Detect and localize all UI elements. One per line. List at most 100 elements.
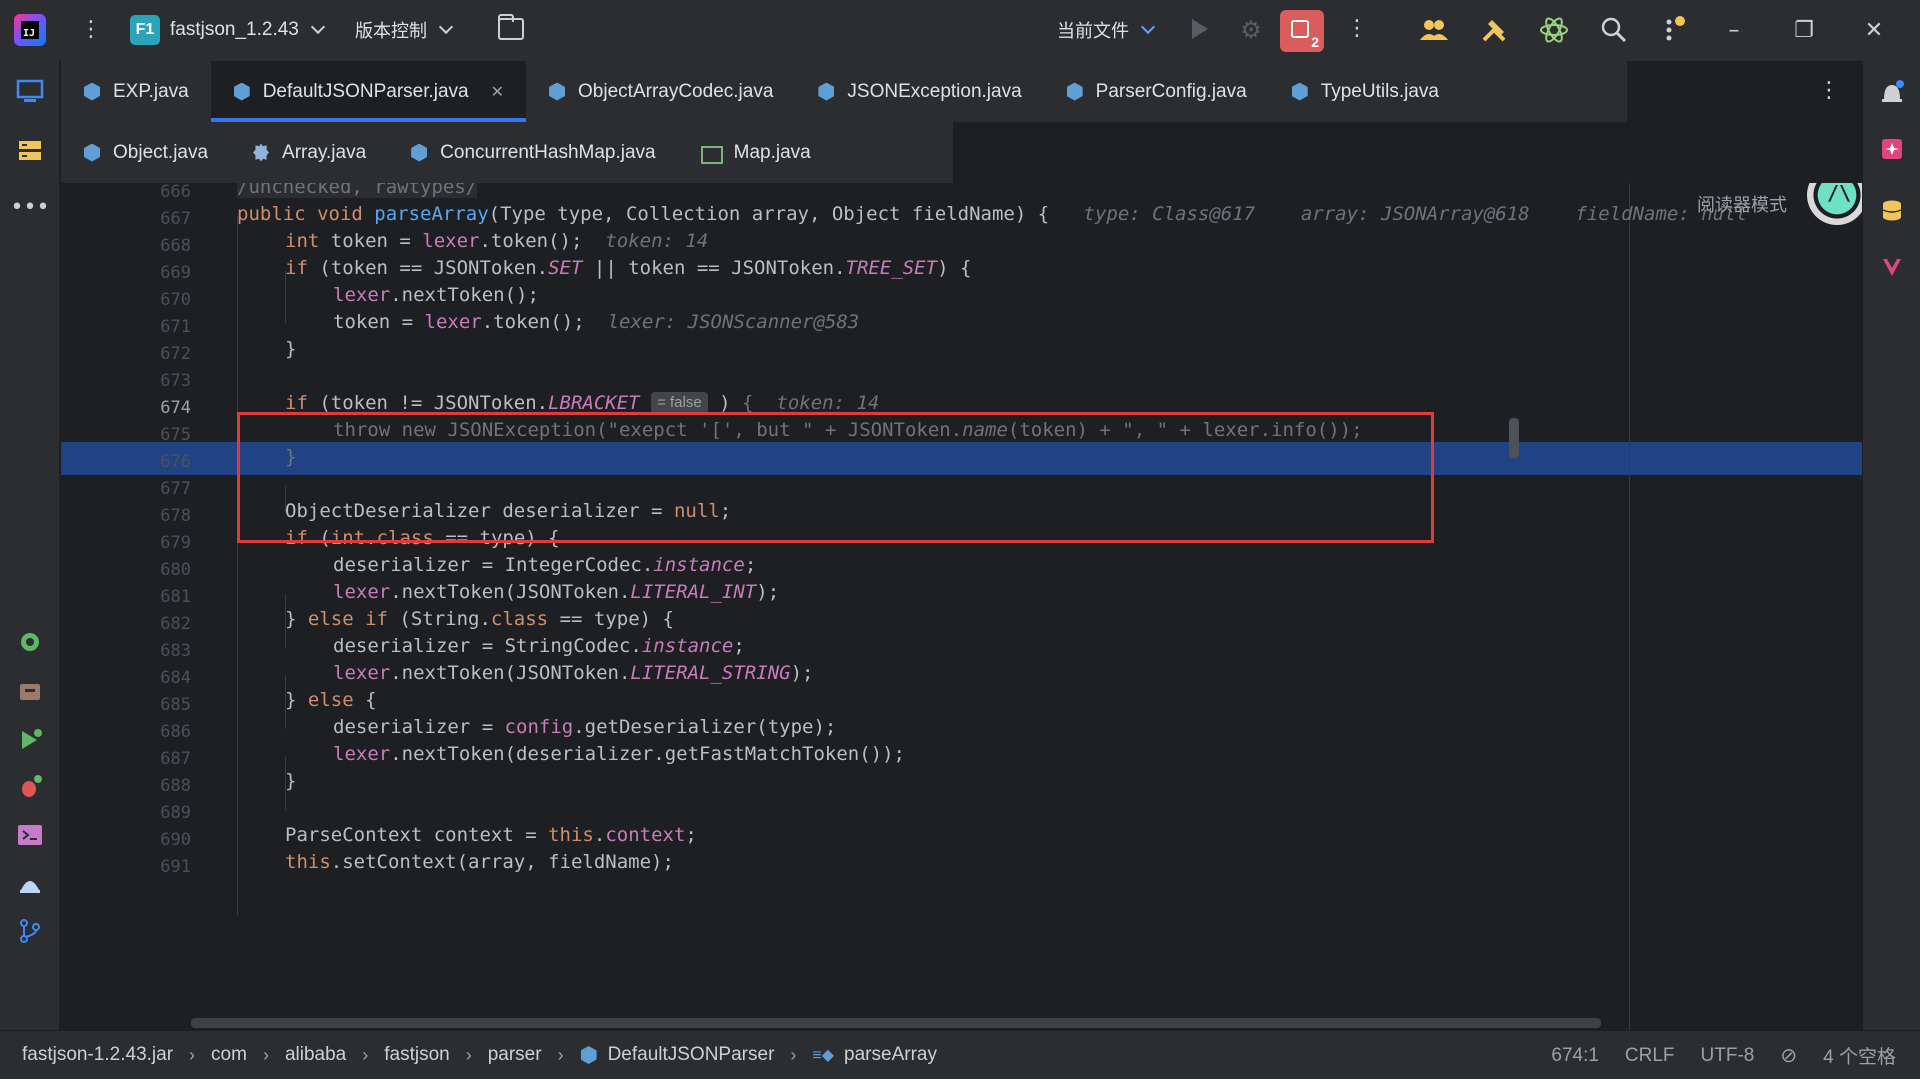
chevron-right-icon: ›	[557, 1044, 564, 1065]
run-tool-icon[interactable]	[14, 724, 46, 756]
status-bar: fastjson-1.2.43.jar › com › alibaba › fastj…	[0, 1030, 1920, 1079]
breadcrumb-item[interactable]: fastjson	[384, 1044, 449, 1066]
chevron-right-icon: ›	[189, 1044, 196, 1065]
tab-label: EXP.java	[113, 80, 189, 102]
run-config-label: 当前文件	[1057, 21, 1129, 42]
java-class-icon	[548, 82, 566, 102]
vue-plugin-icon[interactable]	[1876, 251, 1908, 283]
tab-concurrenthashmap-java[interactable]: ConcurrentHashMap.java	[388, 122, 677, 183]
tab-objectarraycodec-java[interactable]: ObjectArrayCodec.java	[526, 61, 795, 122]
tab-object-java[interactable]: Object.java	[61, 122, 230, 183]
read-only-toggle-icon[interactable]: ⊘	[1780, 1043, 1797, 1068]
right-margin-guide	[1629, 183, 1630, 1030]
vcs-menu[interactable]: 版本控制	[355, 13, 454, 47]
code-line[interactable]: throw new JSONException("exepct '[', but…	[333, 419, 1363, 452]
tab-label: TypeUtils.java	[1320, 80, 1439, 102]
tab-jsonexception-java[interactable]: JSONException.java	[795, 61, 1043, 122]
settings-update-icon[interactable]	[1658, 14, 1690, 46]
restore-icon[interactable]: ❐	[1788, 14, 1820, 46]
terminal-icon[interactable]	[14, 819, 46, 851]
minimize-icon[interactable]: –	[1718, 14, 1750, 46]
java-class-icon	[1066, 82, 1084, 102]
database-panel-icon[interactable]	[1876, 195, 1908, 227]
debug-value-hint: lexer: JSONScanner@583	[607, 311, 860, 333]
breadcrumb-item[interactable]: alibaba	[285, 1044, 346, 1066]
tab-exp-java[interactable]: EXP.java	[61, 61, 211, 122]
tab-label: Object.java	[113, 141, 209, 163]
more-tools-icon[interactable]: •••	[11, 191, 50, 223]
structure-icon[interactable]	[14, 135, 46, 167]
tab-label: ConcurrentHashMap.java	[440, 141, 656, 163]
database-icon[interactable]	[14, 676, 46, 708]
tab-defaultjsonparser-java[interactable]: DefaultJSONParser.java ✕	[210, 61, 527, 122]
code-line[interactable]: lexer.nextToken(JSONToken.LITERAL_STRING…	[333, 662, 813, 695]
tabs-row-2-filler	[953, 122, 1862, 183]
run-configuration-selector[interactable]: 当前文件	[1057, 13, 1156, 47]
notifications-icon[interactable]	[1876, 77, 1908, 109]
breadcrumb-item[interactable]: com	[211, 1044, 247, 1066]
java-gear-icon	[252, 143, 270, 163]
ai-chat-icon[interactable]	[1876, 133, 1908, 165]
close-tab-icon[interactable]: ✕	[491, 82, 504, 102]
tab-label: ObjectArrayCodec.java	[578, 80, 774, 102]
line-number[interactable]: 691	[61, 851, 191, 884]
project-view-icon[interactable]	[14, 75, 46, 107]
debug-tool-icon[interactable]	[14, 771, 46, 803]
tab-list-more-icon[interactable]: ⋮	[1818, 78, 1840, 103]
main-menu-icon[interactable]: ⋮	[80, 16, 102, 44]
debug-icon[interactable]: ⚙	[1237, 16, 1265, 44]
line-separator[interactable]: CRLF	[1625, 1045, 1675, 1067]
java-class-icon	[233, 82, 251, 102]
breadcrumb-item[interactable]: DefaultJSONParser	[608, 1044, 775, 1066]
code-line[interactable]: this.setContext(array, fieldName);	[285, 851, 674, 884]
build-tools-icon[interactable]	[1478, 14, 1510, 46]
run-icon[interactable]	[1192, 19, 1208, 39]
close-window-icon[interactable]: ✕	[1858, 14, 1890, 46]
debug-value-hint: token: 14	[605, 230, 709, 252]
code-line[interactable]: token = lexer.token(); lexer: JSONScanne…	[333, 311, 859, 344]
code-line[interactable]: }	[285, 770, 296, 803]
horizontal-scrollbar[interactable]	[191, 1018, 1601, 1028]
code-editor[interactable]: 666 667 668 669 670 671 672 673 674 675 …	[61, 183, 1862, 1030]
indent-setting[interactable]: 4 个空格	[1823, 1042, 1896, 1069]
folder-icon[interactable]	[498, 14, 524, 40]
tab-label: DefaultJSONParser.java	[262, 80, 469, 102]
ai-assistant-icon[interactable]	[1538, 14, 1570, 46]
java-class-icon	[410, 143, 428, 163]
tab-label: ParserConfig.java	[1095, 80, 1247, 102]
code-with-me-icon[interactable]	[1418, 14, 1450, 46]
left-tool-strip: •••	[0, 61, 60, 1030]
reader-mode-toggle[interactable]: 阅读器模式	[1697, 191, 1787, 217]
breadcrumb-item[interactable]: parseArray	[844, 1044, 937, 1066]
stop-button[interactable]: 2	[1280, 10, 1324, 52]
tab-typeutils-java[interactable]: TypeUtils.java	[1269, 61, 1461, 122]
intellij-logo-icon[interactable]: IJ	[14, 14, 46, 46]
chevron-right-icon: ›	[790, 1044, 797, 1065]
plugin-mascot-icon[interactable]	[1807, 183, 1862, 225]
code-line[interactable]: lexer.nextToken(deserializer.getFastMatc…	[333, 743, 905, 776]
code-line[interactable]: }	[285, 446, 296, 479]
project-selector[interactable]: F1 fastjson_1.2.43	[130, 13, 325, 47]
tab-map-java[interactable]: Map.java	[678, 122, 833, 183]
code-line[interactable]: }	[285, 338, 296, 371]
stop-count: 2	[1311, 34, 1319, 50]
services-icon[interactable]	[14, 626, 46, 658]
more-actions-icon[interactable]: ⋮	[1346, 16, 1368, 41]
java-class-icon	[1291, 82, 1309, 102]
git-icon[interactable]	[14, 915, 46, 947]
chevron-right-icon: ›	[362, 1044, 369, 1065]
file-encoding[interactable]: UTF-8	[1701, 1045, 1755, 1067]
stop-icon	[1291, 20, 1309, 38]
search-icon[interactable]	[1598, 14, 1630, 46]
breadcrumb-item[interactable]: fastjson-1.2.43.jar	[22, 1044, 173, 1066]
breadcrumb-item[interactable]: parser	[488, 1044, 542, 1066]
inline-value-badge: = false	[651, 392, 708, 414]
tab-array-java[interactable]: Array.java	[230, 122, 388, 183]
problems-icon[interactable]	[14, 867, 46, 899]
tab-parserconfig-java[interactable]: ParserConfig.java	[1044, 61, 1269, 122]
vcs-label: 版本控制	[355, 21, 427, 42]
caret-position[interactable]: 674:1	[1551, 1045, 1599, 1067]
vertical-scrollbar[interactable]	[1509, 418, 1519, 458]
java-class-icon	[83, 82, 101, 102]
tab-label: JSONException.java	[847, 80, 1022, 102]
